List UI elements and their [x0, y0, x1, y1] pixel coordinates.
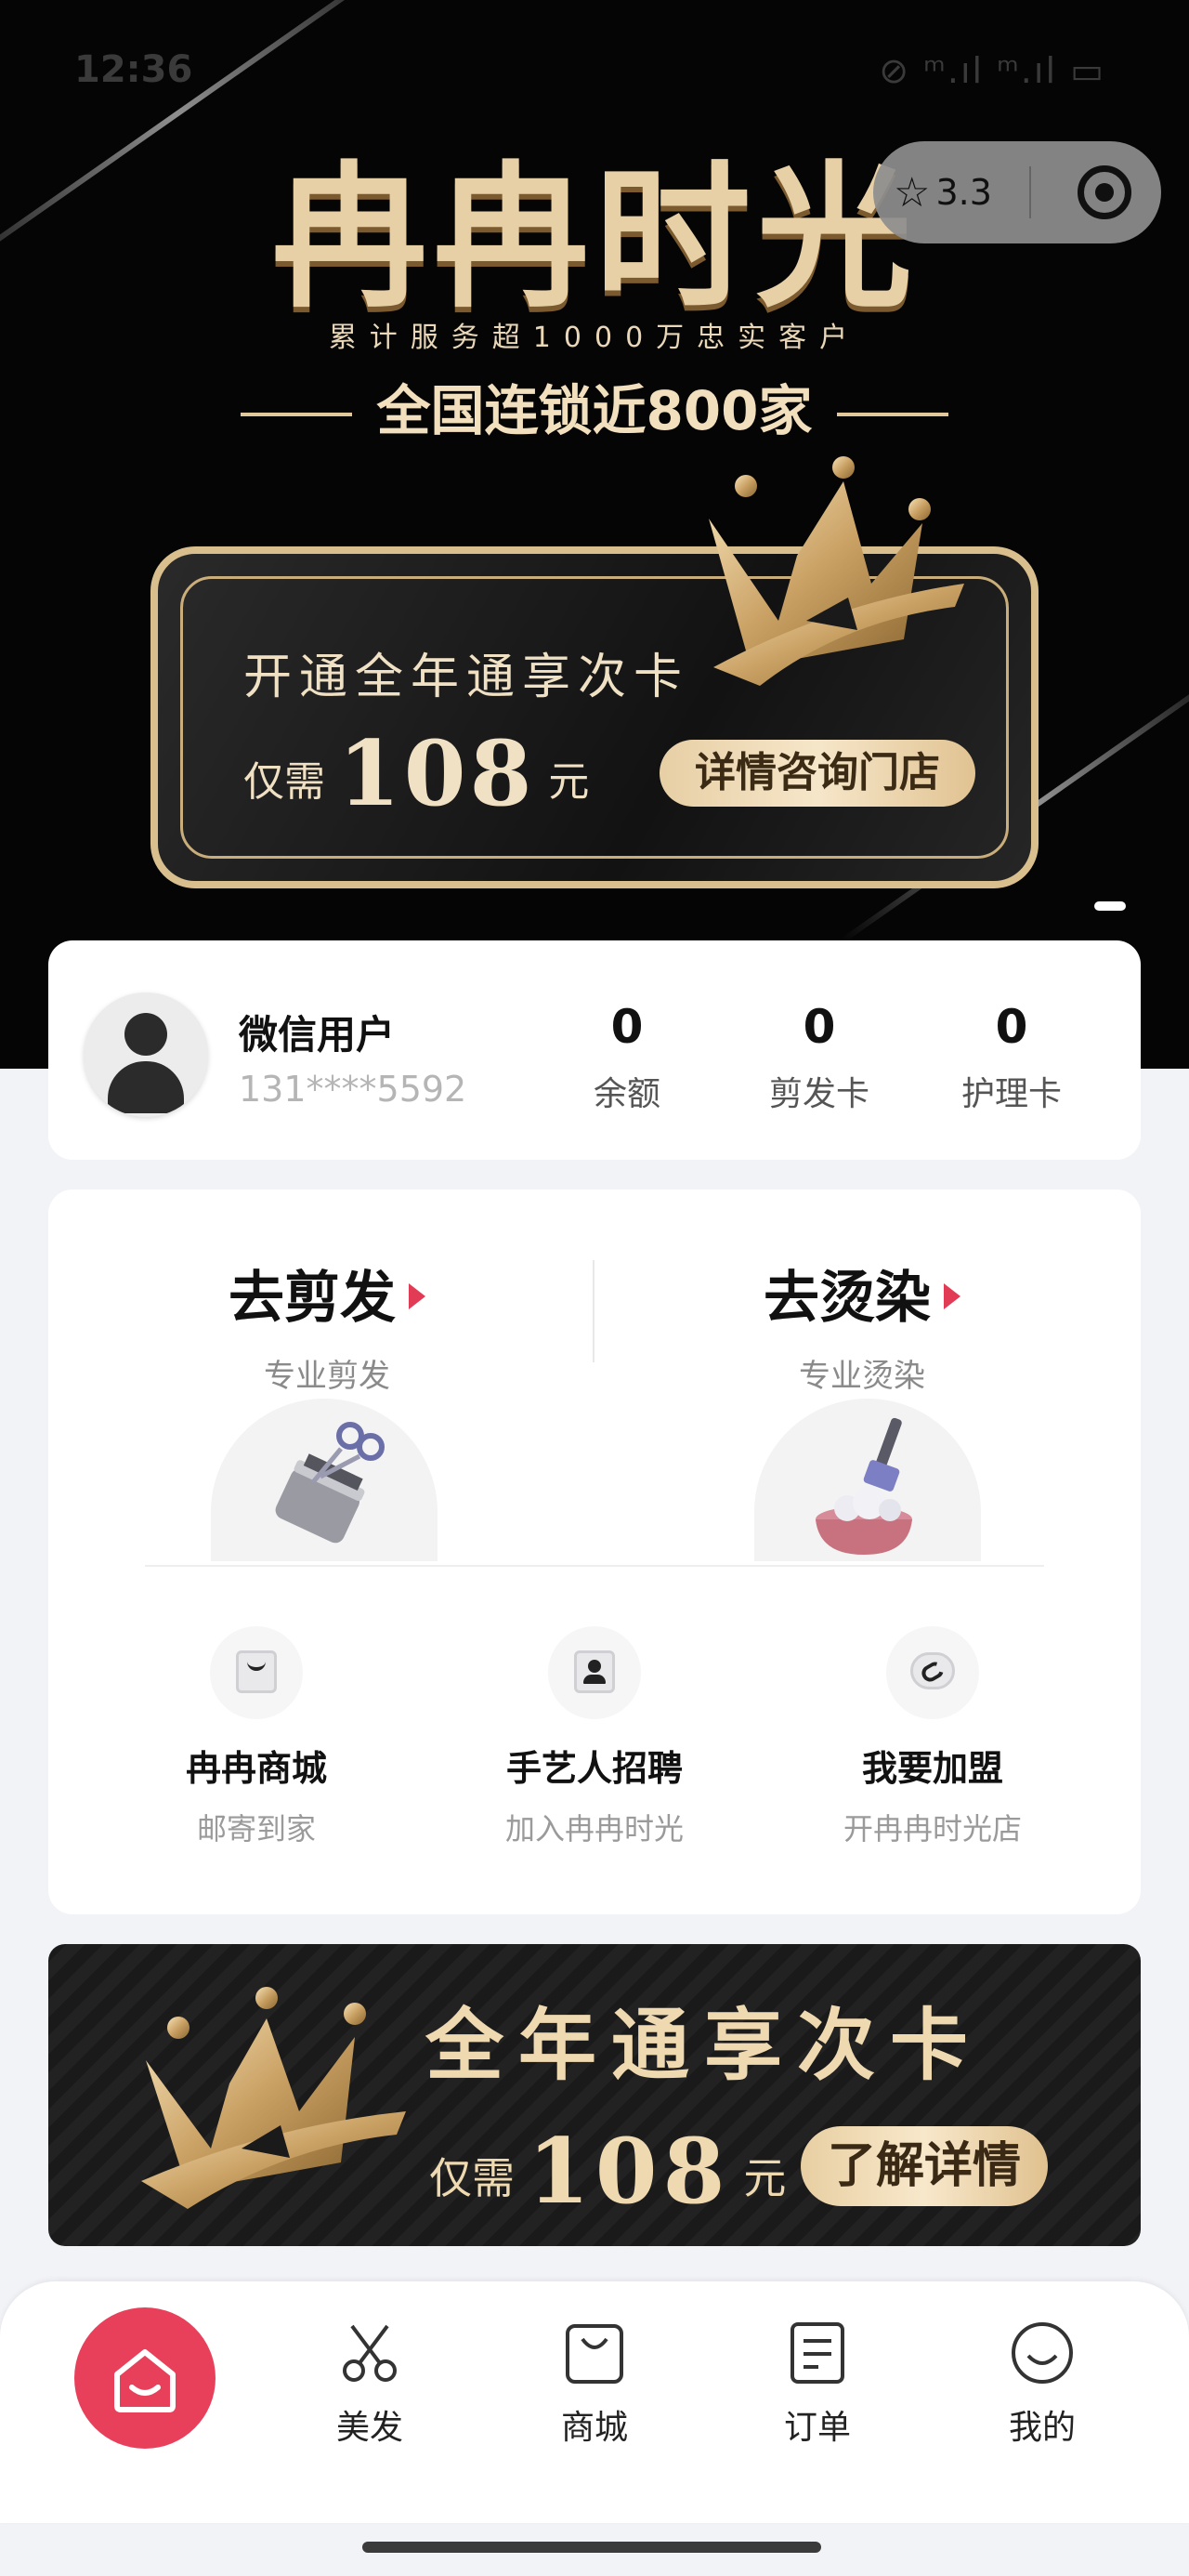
arrow-right-icon	[409, 1283, 425, 1309]
miniprogram-capsule[interactable]: ☆ 3.3	[873, 141, 1161, 243]
chain-count: 全国连锁近800家	[0, 367, 1189, 445]
haircut-subtitle: 专业剪发	[264, 1358, 390, 1395]
card-price: 仅需 108 元	[243, 721, 589, 826]
status-bar: 12:36 ⊘ ᵐ.ıl ᵐ.ıl ▭	[0, 37, 1189, 112]
id-badge-icon	[548, 1626, 641, 1719]
stat-label: 余额	[593, 1075, 660, 1113]
recruit-subtitle: 加入冉冉时光	[504, 1811, 684, 1847]
page: 12:36 ⊘ ᵐ.ıl ᵐ.ıl ▭ 冉冉时光 累计服务超1000万忠实客户 …	[0, 0, 1189, 2576]
avatar-body	[108, 1061, 184, 1113]
crown-icon	[141, 1987, 406, 2209]
haircut-title: 去剪发	[229, 1266, 396, 1331]
franchise-subtitle: 开冉冉时光店	[843, 1811, 1022, 1847]
tab-label: 我的	[1008, 2409, 1076, 2447]
clipper-scissors-icon	[275, 1422, 385, 1544]
stat-value: 0	[610, 1000, 644, 1054]
recruit-entry[interactable]: 手艺人招聘 加入冉冉时光	[427, 1626, 762, 1848]
tab-label: 订单	[783, 2409, 851, 2447]
status-time: 12:36	[74, 48, 193, 91]
handshake-icon	[886, 1626, 979, 1719]
scissors-icon	[343, 2324, 397, 2382]
price-value: 108	[338, 721, 536, 826]
price-unit: 元	[743, 2153, 787, 2203]
perm-dye-entry[interactable]: 去烫染 专业烫染	[667, 1253, 1057, 1396]
tab-label: 美发	[335, 2409, 403, 2447]
perm-dye-subtitle: 专业烫染	[799, 1358, 925, 1395]
avatar[interactable]	[84, 992, 208, 1117]
divider-line	[836, 412, 948, 416]
home-icon	[114, 2349, 176, 2412]
user-info-card[interactable]: 微信用户 131****5592 0 余额 0 剪发卡 0 护理卡	[48, 940, 1141, 1160]
price-prefix: 仅需	[243, 758, 325, 806]
tab-mine[interactable]: 我的	[968, 2320, 1117, 2449]
mall-title: 冉冉商城	[185, 1748, 327, 1789]
order-document-icon	[790, 2322, 844, 2384]
annual-card-banner[interactable]: 全年通享次卡 仅需 108 元 了解详情	[48, 1944, 1141, 2246]
services-panel: 去剪发 专业剪发 去烫染 专业烫染 冉冉商城 邮寄到家 手艺人招聘 加入冉冉时光…	[48, 1189, 1141, 1914]
price-unit: 元	[548, 758, 590, 806]
bottom-tab-bar: 美发 商城 订单 我的	[0, 2281, 1189, 2523]
chain-text: 全国连锁近800家	[376, 379, 813, 442]
store-consult-button[interactable]: 详情咨询门店	[660, 740, 975, 807]
stat-care-card[interactable]: 0 护理卡	[928, 1000, 1095, 1115]
user-phone: 131****5592	[239, 1069, 467, 1110]
divider	[145, 1565, 1044, 1567]
avatar-head	[124, 1013, 167, 1056]
price-value: 108	[528, 2119, 731, 2224]
banner-title: 全年通享次卡	[425, 2000, 984, 2091]
stat-value: 0	[803, 1000, 836, 1054]
perm-dye-illustration[interactable]	[754, 1399, 981, 1561]
mall-subtitle: 邮寄到家	[196, 1811, 316, 1847]
haircut-illustration[interactable]	[211, 1399, 438, 1561]
dye-bowl-brush-icon	[816, 1417, 912, 1555]
franchise-entry[interactable]: 我要加盟 开冉冉时光店	[765, 1626, 1100, 1848]
status-indicators: ⊘ ᵐ.ıl ᵐ.ıl ▭	[879, 50, 1105, 91]
divider	[593, 1260, 594, 1362]
tab-mall[interactable]: 商城	[520, 2320, 669, 2449]
close-target-icon[interactable]	[1077, 165, 1131, 219]
brand-tagline: 累计服务超1000万忠实客户	[328, 322, 861, 354]
shopping-bag-icon	[210, 1626, 303, 1719]
tab-orders[interactable]: 订单	[743, 2320, 892, 2449]
carousel-indicator	[1094, 901, 1126, 911]
banner-price: 仅需 108 元	[429, 2119, 786, 2224]
perm-dye-title: 去烫染	[764, 1266, 931, 1331]
tab-hair[interactable]: 美发	[295, 2320, 444, 2449]
star-icon[interactable]: ☆	[894, 169, 930, 217]
card-title: 开通全年通享次卡	[243, 650, 690, 705]
stat-label: 剪发卡	[768, 1075, 869, 1113]
tab-home[interactable]	[74, 2307, 216, 2449]
crown-icon	[709, 456, 964, 686]
stat-balance[interactable]: 0 余额	[543, 1000, 711, 1115]
stat-label: 护理卡	[960, 1075, 1062, 1113]
home-indicator[interactable]	[362, 2542, 821, 2553]
price-prefix: 仅需	[429, 2153, 515, 2203]
arrow-right-icon	[944, 1283, 960, 1309]
franchise-title: 我要加盟	[861, 1748, 1003, 1789]
stat-value: 0	[995, 1000, 1028, 1054]
shopping-bag-icon	[566, 2324, 623, 2384]
mall-entry[interactable]: 冉冉商城 邮寄到家	[89, 1626, 424, 1848]
user-name: 微信用户	[239, 1012, 396, 1058]
stat-haircut-card[interactable]: 0 剪发卡	[736, 1000, 903, 1115]
divider-line	[241, 412, 353, 416]
learn-more-button[interactable]: 了解详情	[801, 2126, 1048, 2206]
capsule-divider	[1028, 166, 1031, 218]
smiley-face-icon	[1012, 2322, 1073, 2384]
tab-label: 商城	[560, 2409, 628, 2447]
recruit-title: 手艺人招聘	[505, 1748, 683, 1789]
rating-score: 3.3	[935, 172, 992, 213]
haircut-entry[interactable]: 去剪发 专业剪发	[132, 1253, 522, 1396]
